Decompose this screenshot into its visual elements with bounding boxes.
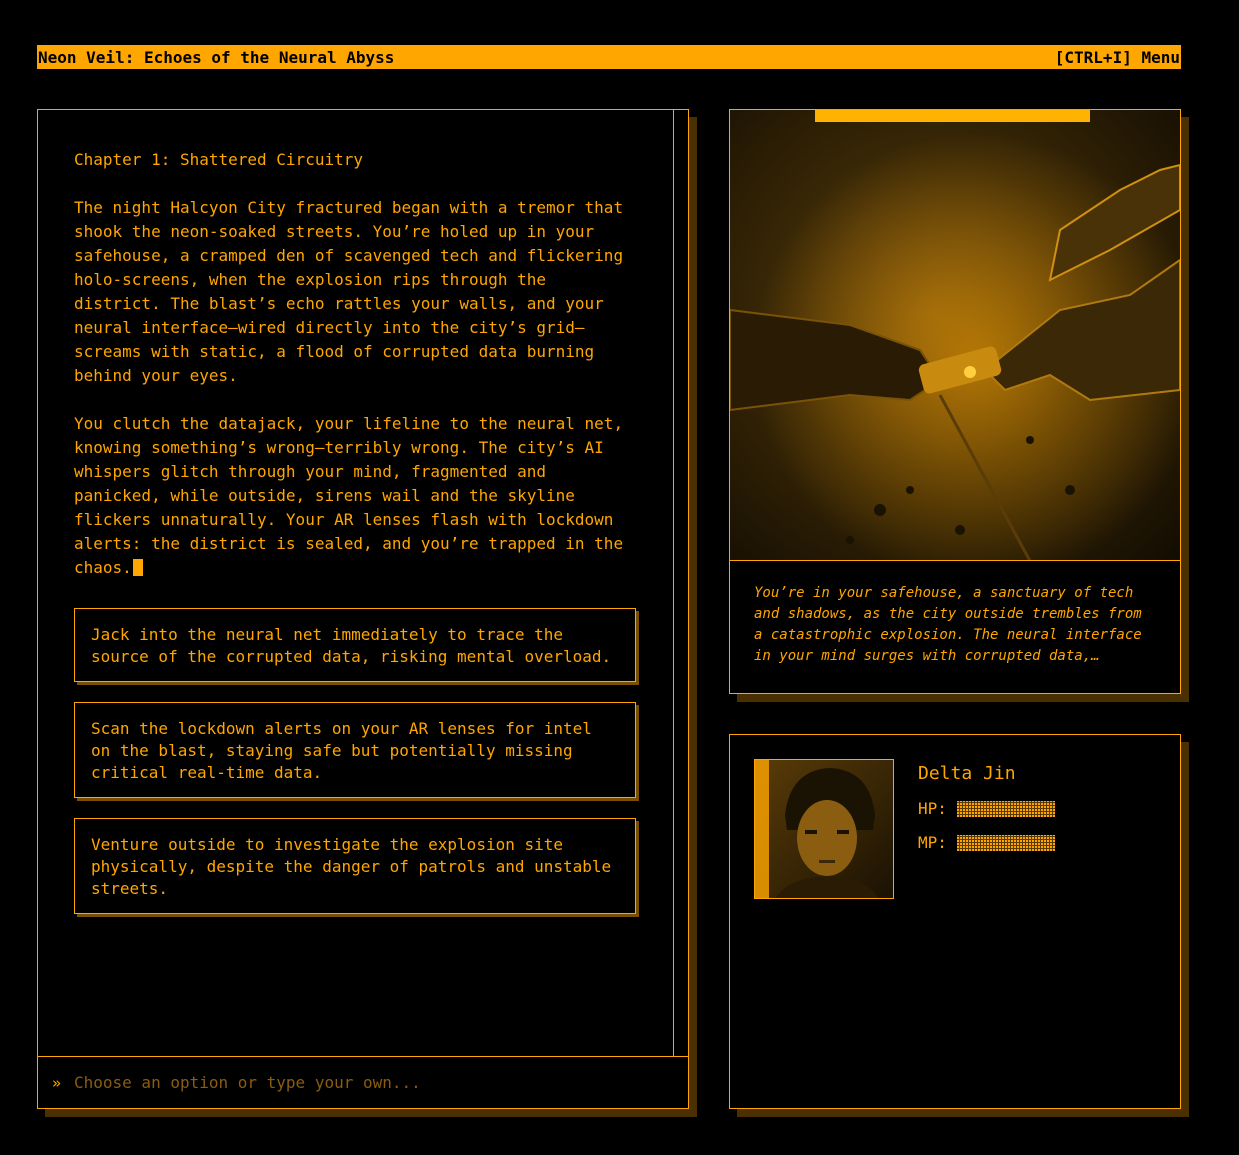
prompt-chevron-icon: »	[52, 1073, 62, 1092]
story-paragraph: The night Halcyon City fractured began w…	[74, 198, 624, 385]
choice-button-1[interactable]: Jack into the neural net immediately to …	[74, 608, 636, 682]
hp-bar-fill	[957, 801, 1055, 817]
mp-bar-fill	[957, 835, 1055, 851]
scene-caption: You’re in your safehouse, a sanctuary of…	[754, 585, 1142, 664]
text-cursor	[132, 559, 143, 576]
character-portrait	[754, 759, 894, 899]
mp-bar	[956, 834, 1055, 851]
hp-bar	[956, 800, 1055, 817]
scrollbar[interactable]	[674, 110, 689, 1056]
avatar-icon	[755, 760, 878, 898]
choice-button-3[interactable]: Venture outside to investigate the explo…	[74, 818, 636, 914]
story-paragraph-text: You clutch the datajack, your lifeline t…	[74, 414, 624, 577]
choice-list: Jack into the neural net immediately to …	[74, 608, 661, 914]
title-bar: Neon Veil: Echoes of the Neural Abyss [C…	[37, 45, 1181, 69]
character-name: Delta Jin	[918, 763, 1016, 784]
command-input-row: »	[38, 1056, 688, 1108]
mp-stat: MP:	[918, 833, 1055, 852]
hp-label: HP:	[918, 799, 947, 818]
command-input[interactable]	[74, 1073, 634, 1092]
story-panel: Chapter 1: Shattered Circuitry The night…	[37, 109, 689, 1109]
hp-stat: HP:	[918, 799, 1055, 818]
choice-button-2[interactable]: Scan the lockdown alerts on your AR lens…	[74, 702, 636, 798]
mp-label: MP:	[918, 833, 947, 852]
scene-image-hands-icon	[730, 110, 1180, 560]
menu-shortcut[interactable]: [CTRL+I] Menu	[1055, 48, 1180, 67]
game-title: Neon Veil: Echoes of the Neural Abyss	[38, 47, 395, 67]
story-paragraph: You clutch the datajack, your lifeline t…	[74, 412, 661, 580]
story-scroll-area[interactable]: Chapter 1: Shattered Circuitry The night…	[38, 110, 674, 1056]
scene-panel: You’re in your safehouse, a sanctuary of…	[729, 109, 1181, 694]
character-panel: Delta Jin HP: MP:	[729, 734, 1181, 1109]
chapter-title: Chapter 1: Shattered Circuitry	[74, 150, 363, 169]
scene-illustration	[730, 110, 1180, 561]
